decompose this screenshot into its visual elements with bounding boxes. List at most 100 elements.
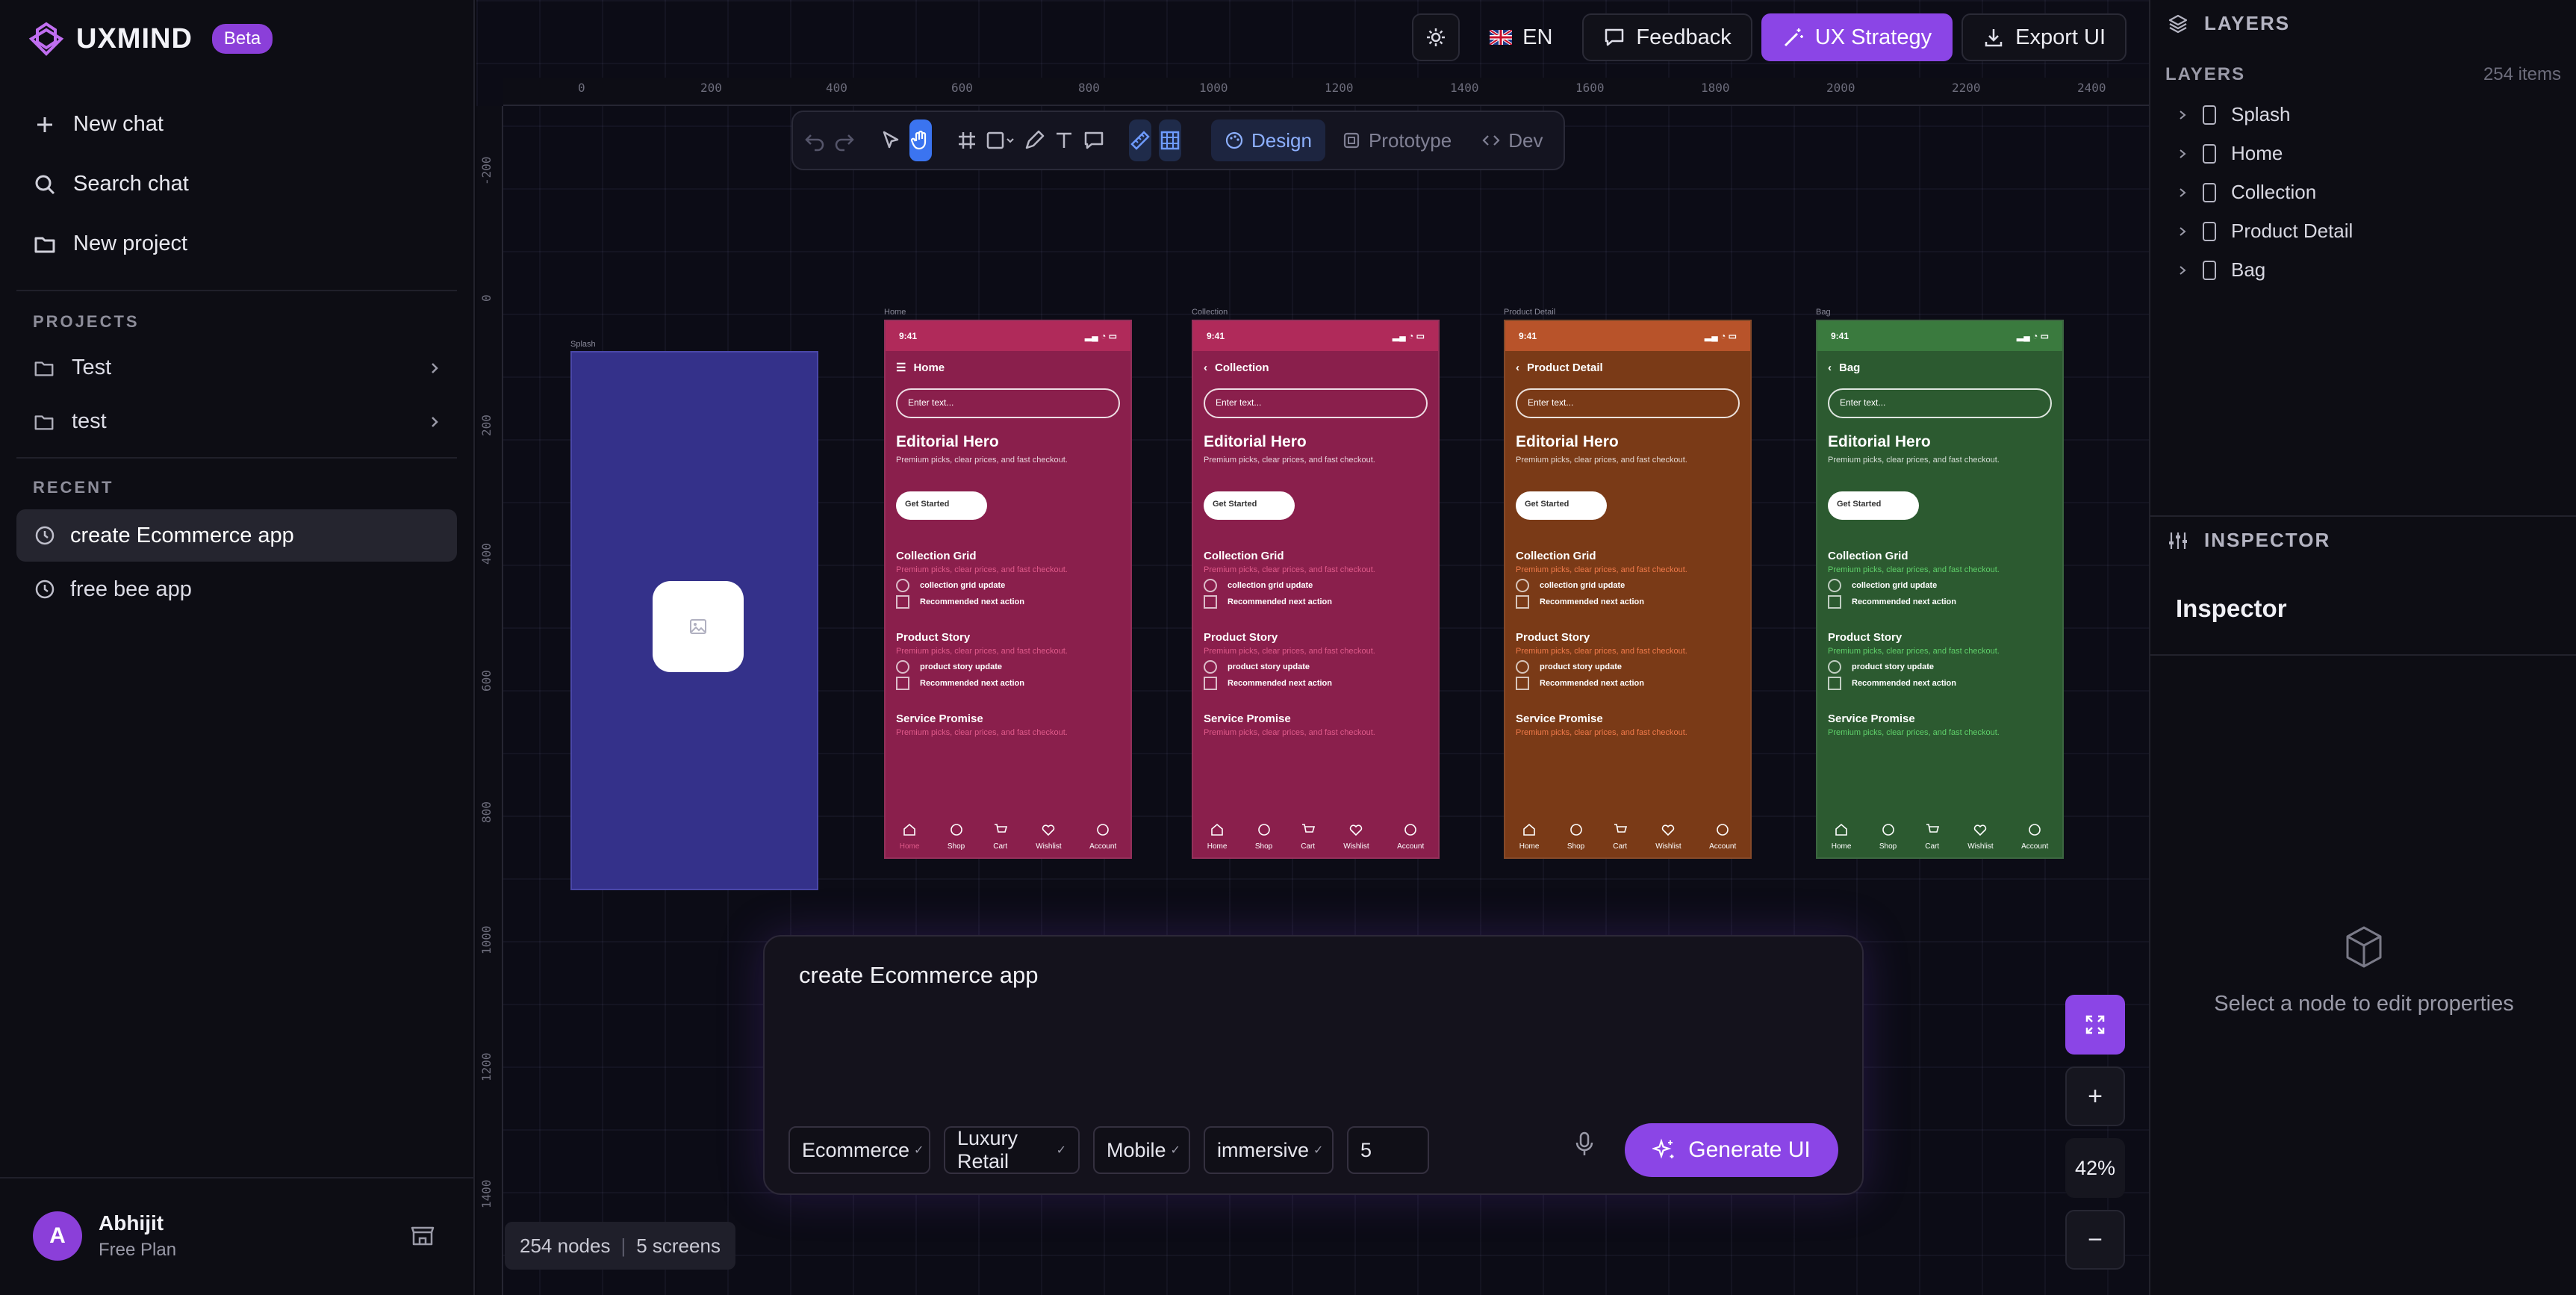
undo-icon bbox=[805, 134, 824, 152]
ruler-tick: 400 bbox=[826, 81, 847, 95]
grid-toggle[interactable] bbox=[1159, 119, 1181, 161]
style-select[interactable]: Luxury Retail ✓ bbox=[944, 1126, 1080, 1174]
tab-item: Wishlist bbox=[1655, 822, 1681, 851]
text-tool[interactable] bbox=[1053, 119, 1075, 161]
prompt-input[interactable]: create Ecommerce app bbox=[799, 962, 1038, 989]
section-title: Collection Grid bbox=[1516, 550, 1596, 562]
app-logo[interactable]: UXMIND Beta bbox=[25, 19, 273, 58]
project-item-test[interactable]: Test bbox=[33, 355, 442, 380]
back-icon: ‹ bbox=[1516, 361, 1519, 374]
tab-item: Cart bbox=[1925, 822, 1940, 851]
mobile-frame-icon bbox=[2203, 182, 2216, 202]
search-chat-button[interactable]: Search chat bbox=[33, 172, 189, 196]
new-project-button[interactable]: New project bbox=[33, 232, 187, 256]
mobile-frame-icon bbox=[2203, 105, 2216, 125]
hero-title: Editorial Hero bbox=[1204, 433, 1307, 450]
screen-count-input[interactable]: 5 bbox=[1347, 1126, 1429, 1174]
mobile-frame-icon bbox=[2203, 260, 2216, 280]
screen-frame-product-detail[interactable]: 9:41 ▂▄ ◔ ▭ ‹ Product Detail Enter text... Ed… bbox=[1504, 320, 1752, 859]
list-item-label: Recommended next action bbox=[1852, 597, 1956, 606]
tab-bar: Home Shop Cart Wishlist Account bbox=[886, 816, 1130, 857]
redo-icon bbox=[835, 134, 854, 152]
project-item-test-lower[interactable]: test bbox=[33, 409, 442, 434]
zoom-out-button[interactable]: − bbox=[2065, 1210, 2125, 1270]
microphone-icon[interactable] bbox=[1572, 1131, 1596, 1158]
mobile-frame-icon bbox=[2203, 143, 2216, 164]
design-mode-tab[interactable]: Design bbox=[1211, 119, 1325, 161]
section-subtitle: Premium picks, clear prices, and fast ch… bbox=[1516, 565, 1687, 574]
get-started-button: Get Started bbox=[1204, 491, 1295, 520]
tab-item: Account bbox=[1397, 822, 1424, 851]
shape-tool[interactable] bbox=[986, 119, 1015, 161]
vertical-ruler: -200 0 200 400 600 800 1000 1200 1400 bbox=[476, 106, 503, 1295]
screen-frame-bag[interactable]: 9:41 ▂▄ ◔ ▭ ‹ Bag Enter text... Editorial Her… bbox=[1816, 320, 2064, 859]
radio-icon bbox=[1516, 660, 1529, 674]
recent-item-free-bee-app[interactable]: free bee app bbox=[16, 563, 457, 615]
layer-item-collection[interactable]: Collection bbox=[2177, 181, 2316, 204]
new-chat-button[interactable]: New chat bbox=[33, 112, 164, 137]
chip-label: Luxury Retail bbox=[957, 1127, 1018, 1173]
language-selector[interactable]: EN bbox=[1469, 13, 1573, 61]
fit-screen-button[interactable] bbox=[2065, 995, 2125, 1055]
status-bar: 9:41 ▂▄ ◔ ▭ bbox=[1193, 321, 1438, 351]
comment-tool[interactable] bbox=[1083, 119, 1105, 161]
home-tab-icon bbox=[1210, 822, 1225, 839]
back-icon: ‹ bbox=[1828, 361, 1832, 374]
screen-frame-collection[interactable]: 9:41 ▂▄ ◔ ▭ ‹ Collection Enter text... Editor… bbox=[1192, 320, 1440, 859]
user-profile[interactable]: A Abhijit Free Plan bbox=[33, 1211, 176, 1261]
tab-item: Cart bbox=[993, 822, 1008, 851]
mode-label: Dev bbox=[1508, 128, 1543, 152]
recent-item-create-ecommerce-app[interactable]: create Ecommerce app bbox=[16, 509, 457, 562]
tab-label: Account bbox=[2021, 842, 2049, 851]
section-subtitle: Premium picks, clear prices, and fast ch… bbox=[896, 565, 1068, 574]
hero-subtitle: Premium picks, clear prices, and fast ch… bbox=[1516, 456, 1687, 465]
theme-toggle-button[interactable] bbox=[1412, 13, 1460, 61]
export-label: Export UI bbox=[2015, 25, 2106, 49]
back-icon: ‹ bbox=[1204, 361, 1207, 374]
store-icon[interactable] bbox=[409, 1222, 436, 1249]
dev-mode-tab[interactable]: Dev bbox=[1468, 119, 1556, 161]
layer-item-bag[interactable]: Bag bbox=[2177, 258, 2265, 282]
left-sidebar: UXMIND Beta New chat Search chat New pro… bbox=[0, 0, 475, 1295]
ux-strategy-button[interactable]: UX Strategy bbox=[1761, 13, 1953, 61]
radio-icon bbox=[896, 660, 909, 674]
list-item: product story update bbox=[1828, 660, 2052, 674]
radio-icon bbox=[1828, 579, 1841, 592]
chevron-right-icon bbox=[2180, 110, 2186, 119]
frame-tool[interactable] bbox=[956, 119, 978, 161]
list-item-label: Recommended next action bbox=[920, 679, 1024, 688]
layer-item-product-detail[interactable]: Product Detail bbox=[2177, 220, 2353, 243]
feedback-button[interactable]: Feedback bbox=[1582, 13, 1752, 61]
select-tool[interactable] bbox=[880, 119, 902, 161]
generate-ui-button[interactable]: Generate UI bbox=[1625, 1123, 1838, 1177]
hand-tool[interactable] bbox=[909, 119, 932, 161]
tab-label: Shop bbox=[1879, 842, 1897, 851]
layer-item-splash[interactable]: Splash bbox=[2177, 103, 2291, 126]
layer-label: Home bbox=[2231, 142, 2283, 164]
image-icon bbox=[690, 619, 706, 634]
pen-tool[interactable] bbox=[1023, 119, 1045, 161]
design-canvas[interactable]: EN Feedback UX Strategy Export UI 0 200 … bbox=[476, 0, 2149, 1295]
frame-label: Product Detail bbox=[1504, 308, 1556, 317]
list-item: Recommended next action bbox=[1516, 677, 1740, 690]
screen-frame-home[interactable]: 9:41 ▂▄ ◔ ▭ ☰ Home Enter text... Editorial He… bbox=[884, 320, 1132, 859]
section-subtitle: Premium picks, clear prices, and fast ch… bbox=[1204, 728, 1375, 737]
undo-button[interactable] bbox=[803, 119, 826, 161]
ruler-icon bbox=[1130, 131, 1150, 150]
zoom-in-button[interactable]: + bbox=[2065, 1066, 2125, 1126]
category-select[interactable]: Ecommerce ✓ bbox=[788, 1126, 930, 1174]
platform-select[interactable]: Mobile ✓ bbox=[1093, 1126, 1190, 1174]
mode-select[interactable]: immersive ✓ bbox=[1204, 1126, 1334, 1174]
section-title: Service Promise bbox=[1828, 712, 1915, 725]
ruler-toggle[interactable] bbox=[1129, 119, 1151, 161]
frame-label: Splash bbox=[570, 340, 596, 349]
tab-item: Wishlist bbox=[1036, 822, 1062, 851]
layer-item-home[interactable]: Home bbox=[2177, 142, 2283, 165]
search-field: Enter text... bbox=[896, 388, 1120, 418]
splash-frame[interactable] bbox=[570, 351, 818, 890]
export-ui-button[interactable]: Export UI bbox=[1961, 13, 2127, 61]
list-item: product story update bbox=[1516, 660, 1740, 674]
tab-label: Wishlist bbox=[1036, 842, 1062, 851]
prototype-mode-tab[interactable]: Prototype bbox=[1328, 119, 1465, 161]
redo-button[interactable] bbox=[833, 119, 856, 161]
